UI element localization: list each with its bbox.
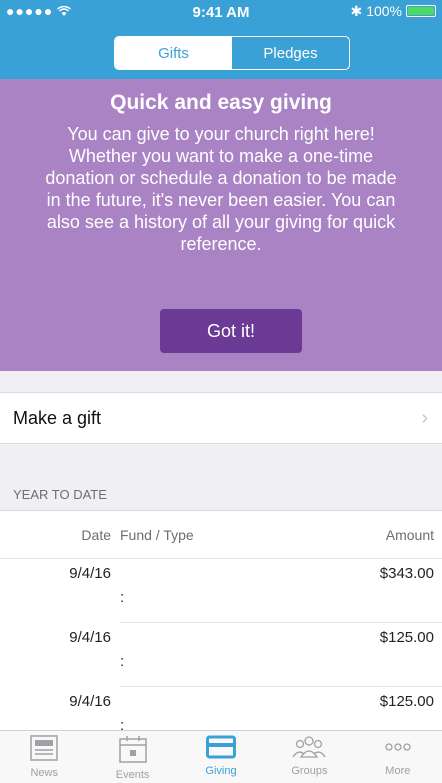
row-date: 9/4/16 [69, 629, 111, 646]
banner-title: Quick and easy giving [110, 91, 332, 114]
banner-description: You can give to your church right here! … [6, 123, 436, 255]
got-it-button[interactable]: Got it! [160, 309, 302, 353]
status-time: 9:41 AM [192, 4, 250, 21]
row-date: 9/4/16 [69, 565, 111, 582]
make-a-gift-label: Make a gift [13, 407, 102, 428]
column-fund-type: Fund / Type [120, 526, 194, 543]
tab-news[interactable]: News [0, 731, 88, 783]
calendar-icon [118, 736, 147, 763]
make-a-gift-row[interactable]: Make a gift › [0, 392, 442, 444]
row-amount: $343.00 [379, 565, 434, 582]
tab-events-label: Events [115, 769, 150, 781]
segment-pledges[interactable]: Pledges [232, 37, 349, 69]
news-icon [30, 735, 58, 761]
groups-icon [292, 736, 326, 758]
more-icon [385, 743, 411, 751]
giving-intro-banner: Quick and easy giving You can give to yo… [0, 79, 442, 371]
column-date: Date [81, 526, 111, 543]
banner-line: You can give to your church right here! [67, 124, 375, 144]
credit-card-icon [206, 735, 237, 759]
table-header: Date Fund / Type Amount [0, 511, 442, 559]
row-date: 9/4/16 [69, 693, 111, 710]
banner-line: Whether you want to make a one-time [68, 146, 374, 166]
banner-line: reference. [180, 234, 262, 254]
row-fund: : [120, 589, 125, 606]
top-bar: ●●●●● 9:41 AM ✱ 100% Gifts Pledges [0, 0, 442, 79]
row-fund: : [120, 717, 125, 730]
tab-more-label: More [385, 765, 411, 777]
status-bar: ●●●●● 9:41 AM ✱ 100% [0, 0, 442, 22]
column-amount: Amount [385, 526, 434, 543]
row-amount: $125.00 [379, 693, 434, 710]
tab-giving-label: Giving [205, 765, 237, 777]
tab-groups-label: Groups [291, 765, 328, 777]
table-row[interactable]: 9/4/16 : $343.00 [0, 559, 442, 623]
giving-history-table: Date Fund / Type Amount 9/4/16 : $343.00… [0, 510, 442, 730]
chevron-right-icon: › [421, 406, 428, 429]
tab-news-label: News [30, 767, 58, 779]
tab-more[interactable]: More [354, 731, 442, 783]
bottom-tab-bar: News Events Giving Groups More [0, 730, 442, 783]
tab-groups[interactable]: Groups [265, 731, 353, 783]
row-fund: : [120, 653, 125, 670]
segment-gifts[interactable]: Gifts [115, 37, 232, 69]
banner-line: in the future, it's never been easier. Y… [46, 190, 396, 210]
year-to-date-header: YEAR TO DATE [13, 487, 107, 502]
banner-line: also see a history of all your giving fo… [46, 212, 396, 232]
table-row[interactable]: 9/4/16 : $125.00 [0, 623, 442, 687]
banner-line: donation or schedule a donation to be ma… [45, 168, 397, 188]
table-row[interactable]: 9/4/16 : $125.00 [0, 687, 442, 730]
tab-events[interactable]: Events [88, 731, 176, 783]
gifts-pledges-segmented-control: Gifts Pledges [114, 36, 350, 70]
tab-giving[interactable]: Giving [177, 731, 265, 783]
row-amount: $125.00 [379, 629, 434, 646]
